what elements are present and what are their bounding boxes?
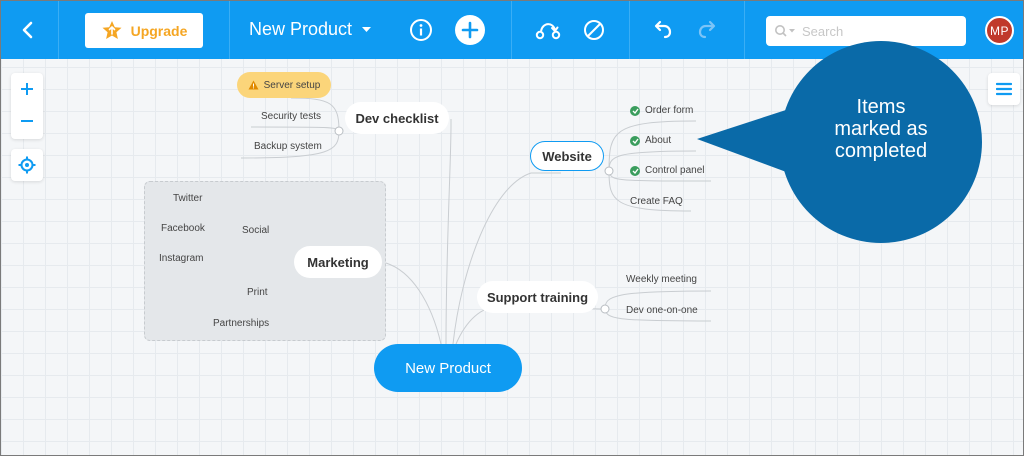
info-icon	[410, 19, 432, 41]
menu-panel	[988, 73, 1020, 105]
node-website[interactable]: Website	[530, 141, 604, 171]
warning-icon	[248, 80, 259, 90]
undo-icon	[654, 20, 672, 39]
root-node[interactable]: New Product	[374, 344, 522, 392]
leaf-twitter[interactable]: Twitter	[173, 193, 202, 204]
node-support-training[interactable]: Support training	[477, 281, 598, 313]
leaf-label: Weekly meeting	[626, 274, 697, 285]
plus-icon	[21, 83, 33, 95]
connect-button[interactable]	[533, 15, 563, 45]
leaf-create-faq[interactable]: Create FAQ	[630, 196, 683, 207]
leaf-label: About	[645, 135, 672, 146]
leaf-social[interactable]: Social	[242, 225, 269, 236]
leaf-label: Social	[242, 225, 270, 236]
chevron-left-icon	[22, 21, 33, 39]
leaf-label: Twitter	[173, 193, 203, 204]
hamburger-menu-icon	[996, 82, 1012, 96]
leaf-weekly-meeting[interactable]: Weekly meeting	[626, 274, 697, 285]
search-input[interactable]	[800, 22, 954, 40]
leaf-facebook[interactable]: Facebook	[161, 223, 205, 234]
upgrade-label: Upgrade	[130, 22, 188, 39]
zoom-in-button[interactable]	[11, 73, 43, 105]
disable-button[interactable]	[579, 15, 609, 45]
leaf-instagram[interactable]: Instagram	[159, 253, 203, 264]
info-button[interactable]	[406, 15, 436, 45]
node-label: Marketing	[307, 254, 369, 270]
leaf-security-tests[interactable]: Security tests	[261, 111, 321, 122]
leaf-label: Backup system	[254, 141, 322, 152]
redo-button[interactable]	[693, 15, 723, 45]
leaf-label: Print	[247, 287, 268, 298]
toolbar-divider	[511, 1, 512, 59]
undo-button[interactable]	[647, 15, 677, 45]
zoom-out-button[interactable]	[11, 105, 43, 137]
leaf-label: Facebook	[161, 223, 205, 234]
block-icon	[584, 20, 604, 40]
root-node-label: New Product	[405, 359, 491, 377]
center-panel	[11, 149, 43, 181]
connection-icon	[535, 23, 561, 40]
node-dev-checklist[interactable]: Dev checklist	[345, 102, 449, 134]
check-icon	[630, 135, 640, 146]
leaf-label: Dev one-on-one	[626, 305, 698, 316]
toolbar-divider	[744, 1, 745, 59]
toolbar-divider	[58, 1, 59, 59]
toolbar-divider	[229, 1, 230, 59]
leaf-label: Order form	[645, 105, 694, 116]
leaf-about[interactable]: About	[630, 135, 671, 146]
avatar[interactable]: MP	[985, 16, 1014, 45]
node-label: Support training	[486, 289, 589, 305]
star-badge-icon	[102, 20, 122, 39]
back-button[interactable]	[13, 15, 43, 45]
avatar-initials: MP	[990, 23, 1009, 38]
search-icon	[775, 25, 795, 37]
minus-icon	[21, 120, 33, 122]
upgrade-button[interactable]: Upgrade	[85, 13, 203, 48]
zoom-panel	[11, 73, 43, 139]
app-window: Upgrade New Product Search MP New Produc…	[0, 0, 1024, 456]
plus-circle-icon	[455, 15, 485, 45]
leaf-label: Security tests	[261, 111, 322, 122]
center-map-button[interactable]	[11, 149, 43, 181]
node-label: Website	[542, 148, 592, 164]
callout-text: Items marked as completed	[834, 96, 928, 162]
leaf-label: Server setup	[263, 79, 321, 91]
menu-button[interactable]	[988, 73, 1020, 105]
leaf-order-form[interactable]: Order form	[630, 105, 693, 116]
leaf-server-setup[interactable]: Server setup	[237, 72, 331, 98]
map-title-dropdown[interactable]: New Product	[249, 19, 372, 40]
check-icon	[630, 105, 640, 116]
leaf-partnerships[interactable]: Partnerships	[213, 318, 269, 329]
leaf-label: Instagram	[159, 253, 204, 264]
map-title: New Product	[249, 19, 353, 39]
leaf-backup-system[interactable]: Backup system	[254, 141, 322, 152]
redo-icon	[698, 20, 716, 39]
add-node-button[interactable]	[454, 14, 486, 46]
leaf-dev-one-on-one[interactable]: Dev one-on-one	[626, 305, 698, 316]
node-marketing[interactable]: Marketing	[294, 246, 382, 278]
leaf-label: Create FAQ	[630, 196, 683, 207]
toolbar-divider	[629, 1, 630, 59]
caret-down-icon	[362, 26, 372, 32]
leaf-print[interactable]: Print	[247, 287, 268, 298]
leaf-label: Partnerships	[213, 318, 270, 329]
locate-icon	[18, 156, 36, 174]
node-label: Dev checklist	[355, 110, 439, 126]
check-icon	[630, 165, 640, 176]
